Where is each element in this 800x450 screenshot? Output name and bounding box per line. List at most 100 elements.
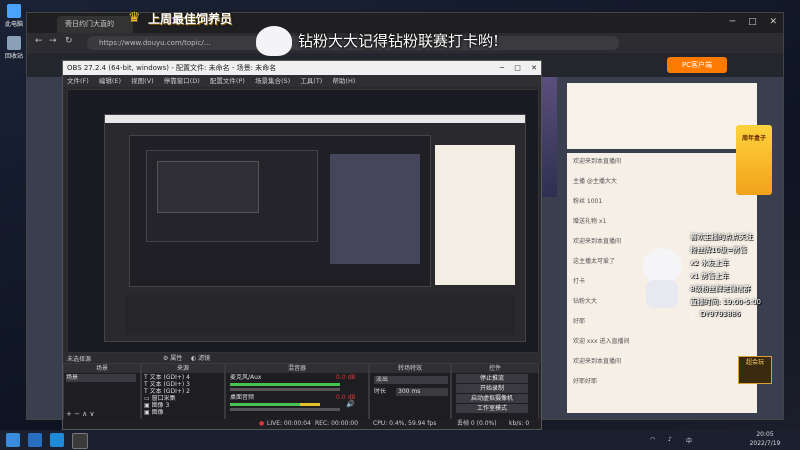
- caption-text: 钻粉大大记得钻粉联赛打卡哟!: [298, 32, 500, 50]
- mixer-dock-title: 混音器: [226, 364, 368, 373]
- clock-time[interactable]: 20:05: [740, 431, 790, 438]
- filters-label: 滤镜: [198, 355, 211, 362]
- mixer-track-name: 桌面音频: [230, 394, 255, 401]
- bitrate: kb/s: 0: [509, 420, 530, 427]
- mixer-fader[interactable]: [230, 388, 340, 391]
- promo-label: 周年盒子: [741, 135, 766, 142]
- source-label: 文本 (GDI+) 4: [149, 374, 190, 381]
- obs-statusbar: ● LIVE: 00:00:04 REC: 00:00:00 CPU: 0.4%…: [63, 419, 541, 429]
- obs-menubar: 文件(F) 编辑(E) 视图(V) 停靠窗口(D) 配置文件(P) 场景集合(S…: [63, 75, 541, 87]
- mixer-meter: [230, 403, 300, 406]
- menu-edit[interactable]: 编辑(E): [99, 77, 121, 85]
- info-line: 8级粉丝牌进微信群: [690, 285, 751, 293]
- desktop-icon-computer[interactable]: 此电脑: [3, 4, 25, 28]
- window-controls: ─ □ ✕: [730, 17, 777, 27]
- steam-icon[interactable]: [28, 433, 42, 447]
- speaker-icon[interactable]: 🔊: [346, 400, 355, 408]
- minimize-icon[interactable]: ─: [500, 64, 504, 72]
- chat-message: 欢迎来到本直播间: [573, 158, 622, 165]
- nav-back-icon[interactable]: ←: [35, 36, 43, 46]
- rec-time: REC: 00:00:00: [315, 420, 359, 427]
- mixer-meter: [230, 383, 340, 386]
- stop-streaming-button[interactable]: 停止推流: [456, 374, 528, 383]
- reload-icon[interactable]: ↻: [65, 36, 73, 46]
- system-tray: ◠ ♪ 中 20:05 2022/7/19: [640, 430, 800, 450]
- properties-button[interactable]: ⚙ 属性: [163, 353, 182, 362]
- studio-mode-button[interactable]: 工作室模式: [456, 404, 528, 413]
- stream-info-overlay: 喜欢主播的点点关注 粉丝牌10级=房管 x2 水友上车 x1 房管上车 8级粉丝…: [690, 232, 800, 327]
- info-line: 直播时间: 19:00-5:00: [690, 298, 762, 306]
- desktop-icon-recycle[interactable]: 回收站: [3, 36, 25, 60]
- start-recording-button[interactable]: 开始录制: [456, 384, 528, 393]
- promo-badge[interactable]: 周年盒子: [736, 125, 772, 195]
- tiktok-icon: ♪: [690, 310, 696, 319]
- info-line: 粉丝牌10级=房管: [690, 246, 747, 254]
- close-icon[interactable]: ✕: [531, 64, 537, 72]
- maximize-icon[interactable]: □: [514, 64, 521, 72]
- duration-input[interactable]: 300 ms: [396, 388, 448, 396]
- filters-button[interactable]: ◐ 滤镜: [191, 353, 210, 362]
- browser-icon[interactable]: [50, 433, 64, 447]
- source-item[interactable]: ▣ 图像: [144, 409, 222, 417]
- transition-select[interactable]: 淡出: [374, 376, 448, 384]
- menu-profile[interactable]: 配置文件(P): [210, 77, 245, 85]
- streamer-info-panel: [567, 83, 757, 149]
- mascot-body: [646, 280, 678, 308]
- mixer-level: 0.0 dB: [336, 374, 356, 381]
- scene-item[interactable]: 场景: [66, 374, 136, 382]
- virtual-camera-button[interactable]: 启动虚拟摄像机: [456, 394, 528, 403]
- menu-scene-collection[interactable]: 场景集合(S): [255, 77, 290, 85]
- live-indicator-icon: ●: [259, 420, 265, 427]
- input-language[interactable]: 中: [686, 436, 692, 445]
- sources-dock-title: 来源: [142, 364, 224, 373]
- menu-file[interactable]: 文件(F): [67, 77, 89, 85]
- transitions-dock: 转场特效 淡出 时长 300 ms: [369, 363, 451, 421]
- game-logo-text: 超会玩: [745, 359, 764, 366]
- transitions-dock-title: 转场特效: [370, 364, 450, 373]
- chat-message: 欢迎 xxx 进入直播间: [573, 338, 630, 345]
- menu-tools[interactable]: 工具(T): [300, 77, 322, 85]
- wifi-icon[interactable]: ◠: [650, 436, 655, 443]
- close-icon[interactable]: ✕: [769, 17, 777, 27]
- mixer-fader[interactable]: [230, 408, 340, 411]
- volume-icon[interactable]: ♪: [668, 436, 672, 443]
- mixer-meter-warn: [300, 403, 320, 406]
- douyin-id: DY9793886: [700, 310, 741, 318]
- nested-titlebar: [105, 115, 525, 123]
- chat-message: 欢迎来到本直播间: [573, 358, 622, 365]
- minimize-icon[interactable]: ─: [730, 17, 735, 27]
- crown-icon: ♛: [128, 10, 141, 26]
- nav-forward-icon[interactable]: →: [49, 36, 57, 46]
- obs-dock-area: 未选择源 ⚙ 属性 ◐ 滤镜 场景 场景 + − ∧ ∨ 来源 T 文本 (GD…: [63, 353, 541, 429]
- obs-title: OBS 27.2.4 (64-bit, windows) - 配置文件: 未命名…: [67, 64, 277, 72]
- chat-message: 好耶好耶: [573, 378, 598, 385]
- obs-preview[interactable]: [67, 89, 539, 353]
- chat-message: 赠送礼物 x1: [573, 218, 607, 225]
- sources-dock: 来源 T 文本 (GDI+) 4 T 文本 (GDI+) 3 T 文本 (GDI…: [141, 363, 225, 421]
- mascot-avatar-small: [256, 26, 292, 56]
- obs-taskbar-icon[interactable]: [72, 433, 88, 449]
- start-icon[interactable]: [6, 433, 20, 447]
- menu-help[interactable]: 帮助(H): [332, 77, 355, 85]
- top-title: 上周最佳饲养员: [148, 12, 233, 26]
- clock-date[interactable]: 2022/7/19: [740, 440, 790, 447]
- chat-message: 主播 @主播大大: [573, 178, 617, 185]
- dropped-frames: 丢帧 0 (0.0%): [457, 420, 497, 427]
- menu-view[interactable]: 视图(V): [131, 77, 154, 85]
- no-source-label: 未选择源: [67, 356, 92, 363]
- desktop-icon-label: 回收站: [4, 53, 23, 60]
- nested-preview-2: [129, 135, 431, 287]
- pc-client-button[interactable]: PC客户端: [667, 57, 727, 73]
- taskbar: ◠ ♪ 中 20:05 2022/7/19: [0, 430, 800, 450]
- info-line: x2 水友上车: [690, 259, 729, 267]
- maximize-icon[interactable]: □: [748, 17, 757, 27]
- scene-add-icon[interactable]: + − ∧ ∨: [66, 410, 95, 418]
- controls-dock-title: 控件: [452, 364, 538, 373]
- browser-tab[interactable]: 斋日约门大直的: [57, 16, 133, 33]
- nested-obs-docks: [125, 295, 515, 335]
- scenes-dock-title: 场景: [64, 364, 140, 373]
- mascot-image: [636, 248, 688, 310]
- menu-docks[interactable]: 停靠窗口(D): [164, 77, 200, 85]
- duration-label: 时长: [374, 388, 387, 395]
- source-label: 文本 (GDI+) 2: [149, 388, 190, 395]
